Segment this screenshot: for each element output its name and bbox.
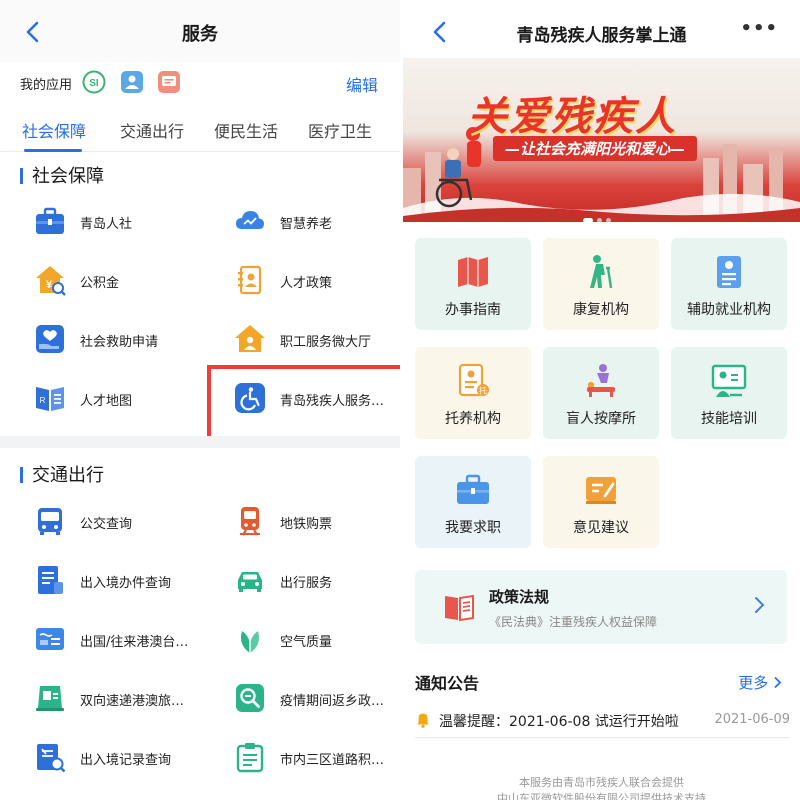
svg-text:¥: ¥ [46,279,53,291]
service-exit-entry-query[interactable]: 出入境办件查询 [0,552,200,610]
card-skills-training[interactable]: 技能培训 [671,347,787,439]
footer-provider: 本服务由青岛市残疾人联合会提供 [519,776,684,789]
service-metro-ticket[interactable]: 地铁购票 [200,493,400,551]
house-fund-icon: ¥ [36,266,66,296]
book-map-icon: R [36,387,64,411]
service-worker-hall[interactable]: 职工服务微大厅 [200,311,400,369]
service-epidemic-return-policy[interactable]: 疫情期间返乡政… [200,670,400,728]
si-icon[interactable]: SI [82,70,106,94]
banner-subtitle: —让社会充满阳光和爱心— [493,136,698,161]
doc-query-icon [38,566,63,594]
service-talent-map[interactable]: R 人才地图 [0,370,200,428]
service-express-delivery[interactable]: 双向速递港澳旅… [0,670,200,728]
plane-record-icon [37,744,66,773]
footer-tech-support: 中山东亚微软件股份有限公司提供技术支持 [497,792,706,800]
edit-button[interactable]: 编辑 [346,72,378,96]
section-title-social-security: 社会保障 [20,162,104,188]
tab-transport[interactable]: 交通出行 [120,118,184,142]
service-air-quality[interactable]: 空气质量 [200,611,400,669]
tab-medical[interactable]: 医疗卫生 [308,118,372,142]
law-book-icon [445,594,474,622]
tab-daily-life[interactable]: 便民生活 [214,118,278,142]
tab-active-indicator [24,149,82,152]
card-blind-massage[interactable]: 盲人按摩所 [543,347,659,439]
svg-text:R: R [40,396,46,405]
notice-item[interactable]: 温馨提醒：2021-06-08 试运行开始啦 2021-06-09 [415,708,790,738]
nav-bar: 青岛残疾人服务掌上通 ••• [403,0,800,58]
bus-icon [38,508,62,535]
notice-date: 2021-06-09 [714,712,790,727]
hand-heart-icon [36,325,64,353]
service-talent-policy[interactable]: 人才政策 [200,252,400,310]
notice-heading: 通知公告 [415,674,480,693]
card-feedback[interactable]: 意见建议 [543,456,659,548]
disability-services-panel: 青岛残疾人服务掌上通 ••• 关爱残疾人 —让社会充满阳光和爱心— 办事指南 康… [403,0,800,800]
section-divider [0,436,400,448]
service-hk-macao-taiwan[interactable]: 出国/往来港澳台… [0,611,200,669]
search-badge-icon [236,684,264,712]
job-bag-icon [457,474,489,504]
care-doc-icon: 托 [458,363,489,397]
resume-icon [717,256,741,288]
highlight-box [207,365,400,441]
notice-text: 温馨提醒：2021-06-08 试运行开始啦 [439,714,679,730]
nav-bar: 服务 [0,0,400,62]
service-exit-entry-records[interactable]: 出入境记录查询 [0,729,200,787]
passport-icon [36,628,64,650]
service-qingdao-hr[interactable]: 青岛人社 [0,193,200,251]
policy-card[interactable]: 政策法规 《民法典》注重残疾人权益保障 [415,570,787,644]
policy-title: 政策法规 [489,588,550,606]
svg-text:托: 托 [479,386,487,396]
service-bus-query[interactable]: 公交查询 [0,493,200,551]
card-assisted-employment[interactable]: 辅助就业机构 [671,238,787,330]
svg-text:SI: SI [89,78,99,89]
worker-hall-icon [235,325,265,352]
feedback-icon [586,477,616,504]
car-icon [238,572,262,592]
service-smart-elderly[interactable]: 智慧养老 [200,193,400,251]
my-apps-bar: 我的应用 SI 编辑 [0,62,400,104]
card-service-guide[interactable]: 办事指南 [415,238,531,330]
clipboard-icon [236,743,264,773]
service-travel[interactable]: 出行服务 [200,552,400,610]
metro-icon [240,507,260,536]
notice-more-link[interactable]: 更多 [738,672,782,693]
card-rehab-institutions[interactable]: 康复机构 [543,238,659,330]
chevron-right-icon [755,597,765,613]
elder-cane-icon [590,255,613,289]
banner-title: 关爱残疾人 [467,94,677,140]
briefcase-icon [36,207,64,234]
section-title-transport: 交通出行 [20,461,104,487]
leaf-icon [241,631,259,653]
cloud-icon [236,211,264,229]
policy-subtitle: 《民法典》注重残疾人权益保障 [489,615,658,629]
category-tabs: 社会保障 交通出行 便民生活 医疗卫生 [0,104,400,152]
my-apps-label: 我的应用 [20,78,73,93]
banner[interactable]: 关爱残疾人 —让社会充满阳光和爱心— [403,58,800,222]
express-icon [36,686,64,711]
tab-social-security[interactable]: 社会保障 [22,118,86,142]
chevron-right-icon [774,676,782,689]
bell-icon [417,713,429,728]
card-job-seeking[interactable]: 我要求职 [415,456,531,548]
service-housing-fund[interactable]: ¥ 公积金 [0,252,200,310]
services-panel: 服务 我的应用 SI 编辑 社会保障 交通出行 便民生活 医疗卫生 社会保障 青… [0,0,400,800]
card-foster-care[interactable]: 托 托养机构 [415,347,531,439]
massage-icon [587,364,615,397]
service-road-waterlogging[interactable]: 市内三区道路积… [200,729,400,787]
chat-icon[interactable] [157,70,181,94]
map-guide-icon [458,257,488,287]
training-board-icon [711,364,747,397]
person-card-icon[interactable] [120,70,144,94]
service-social-assistance[interactable]: 社会救助申请 [0,311,200,369]
more-options-icon[interactable]: ••• [740,18,778,39]
talent-doc-icon [238,265,262,295]
page-title: 服务 [182,24,218,45]
carousel-dots[interactable] [581,208,613,222]
